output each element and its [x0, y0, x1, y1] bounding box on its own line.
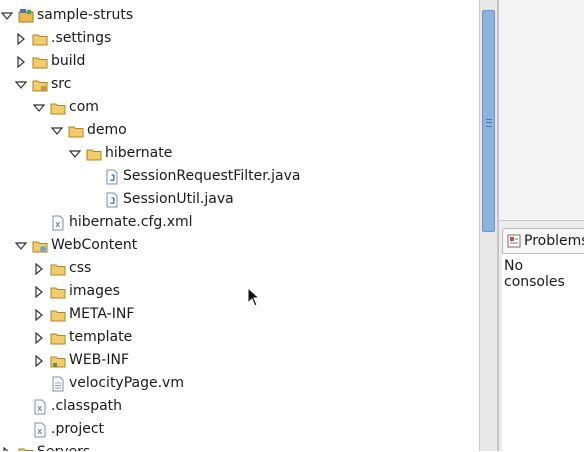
tree-item-label: Servers: [37, 441, 90, 451]
tree-item-web-inf[interactable]: WEB-INF: [0, 349, 479, 372]
chevron-right-icon[interactable]: [0, 446, 14, 451]
tree-item-servers[interactable]: Servers: [0, 441, 479, 451]
folder-icon: [50, 284, 66, 300]
right-panel: Problems No consoles: [498, 0, 584, 452]
tree-item-hibernate-cfg[interactable]: x hibernate.cfg.xml: [0, 211, 479, 234]
mouse-cursor-icon: [247, 287, 261, 307]
tree-item-label: .settings: [51, 30, 112, 46]
package-folder-icon: [50, 100, 66, 116]
web-folder-icon: [32, 238, 48, 254]
tree-item-label: css: [69, 260, 92, 276]
tree-item-label: .classpath: [51, 398, 123, 414]
chevron-right-icon[interactable]: [14, 55, 28, 69]
text-file-icon: [50, 376, 66, 392]
grip-icon: [486, 119, 492, 127]
problems-icon: [507, 234, 521, 248]
folder-icon: [50, 261, 66, 277]
package-folder-icon: [86, 146, 102, 162]
chevron-down-icon[interactable]: [14, 78, 28, 92]
java-file-icon: J: [104, 192, 120, 208]
console-view: No consoles: [502, 253, 584, 452]
tree-item-label: META-INF: [69, 306, 135, 322]
tree-item-classpath[interactable]: x .classpath: [0, 395, 479, 418]
vertical-scrollbar[interactable]: [479, 0, 498, 451]
web-inf-folder-icon: [50, 353, 66, 369]
tree-item-label: images: [69, 283, 120, 299]
tree-item-label: sample-struts: [37, 7, 134, 23]
xml-file-icon: x: [32, 422, 48, 438]
chevron-down-icon[interactable]: [32, 101, 46, 115]
package-folder-icon: [68, 123, 84, 139]
tree-item-css[interactable]: css: [0, 257, 479, 280]
tree-item-settings[interactable]: .settings: [0, 27, 479, 50]
tree-item-meta-inf[interactable]: META-INF: [0, 303, 479, 326]
svg-text:x: x: [37, 427, 43, 437]
tree-item-com[interactable]: com: [0, 96, 479, 119]
xml-file-icon: x: [50, 215, 66, 231]
tree-item-label: SessionRequestFilter.java: [123, 168, 301, 184]
folder-icon: [32, 31, 48, 47]
tab-problems[interactable]: Problems: [502, 228, 584, 253]
tree-item-label: .project: [51, 421, 105, 437]
tree-item-template[interactable]: template: [0, 326, 479, 349]
chevron-down-icon[interactable]: [14, 239, 28, 253]
tab-label: Problems: [524, 233, 584, 249]
folder-icon: [18, 445, 34, 451]
tree-item-build[interactable]: build: [0, 50, 479, 73]
tree-item-images[interactable]: images: [0, 280, 479, 303]
tree-item-label: hibernate: [105, 145, 173, 161]
tree-item-demo[interactable]: demo: [0, 119, 479, 142]
xml-file-icon: x: [32, 399, 48, 415]
folder-icon: [50, 307, 66, 323]
scrollbar-thumb[interactable]: [482, 10, 495, 232]
tree-item-label: hibernate.cfg.xml: [69, 214, 193, 230]
chevron-down-icon[interactable]: [0, 9, 14, 23]
tree-item-label: com: [69, 99, 99, 115]
folder-icon: [50, 330, 66, 346]
chevron-right-icon[interactable]: [32, 331, 46, 345]
svg-text:J: J: [110, 197, 115, 207]
tree-item-label: template: [69, 329, 133, 345]
console-message: No consoles: [504, 258, 565, 290]
tree-item-sessionutil[interactable]: J SessionUtil.java: [0, 188, 479, 211]
folder-icon: [32, 54, 48, 70]
java-file-icon: J: [104, 169, 120, 185]
tree-item-project[interactable]: x .project: [0, 418, 479, 441]
tree-item-label: WEB-INF: [69, 352, 129, 368]
svg-text:J: J: [110, 174, 115, 184]
source-folder-icon: [32, 77, 48, 93]
chevron-right-icon[interactable]: [32, 308, 46, 322]
project-icon: [18, 8, 34, 24]
tree-item-label: velocityPage.vm: [69, 375, 184, 391]
chevron-down-icon[interactable]: [68, 147, 82, 161]
chevron-right-icon[interactable]: [32, 262, 46, 276]
chevron-right-icon[interactable]: [32, 285, 46, 299]
svg-text:x: x: [55, 220, 61, 230]
tree-item-velocitypage[interactable]: velocityPage.vm: [0, 372, 479, 395]
editor-area: [499, 0, 584, 221]
tree-item-src[interactable]: src: [0, 73, 479, 96]
tree-item-label: SessionUtil.java: [123, 191, 234, 207]
tree-item-label: src: [51, 76, 72, 92]
tree-item-hibernate-package[interactable]: hibernate: [0, 142, 479, 165]
tree-item-sample-struts[interactable]: sample-struts: [0, 4, 479, 27]
tree-item-label: build: [51, 53, 86, 69]
chevron-right-icon[interactable]: [14, 32, 28, 46]
tree-item-sessionrequestfilter[interactable]: J SessionRequestFilter.java: [0, 165, 479, 188]
tree-item-webcontent[interactable]: WebContent: [0, 234, 479, 257]
tree-item-label: WebContent: [51, 237, 138, 253]
svg-text:x: x: [37, 404, 43, 414]
chevron-right-icon[interactable]: [32, 354, 46, 368]
project-explorer-tree: sample-struts .settings build src com de…: [0, 0, 479, 451]
tree-item-label: demo: [87, 122, 127, 138]
chevron-down-icon[interactable]: [50, 124, 64, 138]
